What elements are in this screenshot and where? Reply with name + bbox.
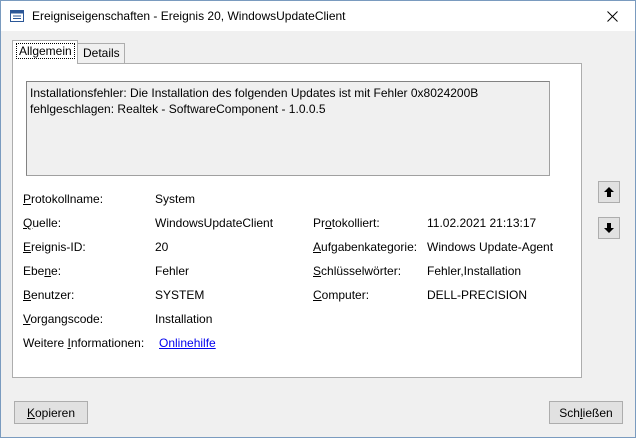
- arrow-up-icon: [604, 187, 614, 197]
- copy-button[interactable]: Kopieren: [14, 401, 88, 424]
- ereignis-id-value: 20: [155, 240, 169, 254]
- computer-value: DELL-PRECISION: [427, 288, 528, 302]
- tab-details-label: Details: [83, 46, 120, 60]
- vorgangscode-label: Vorgangscode:: [23, 312, 104, 326]
- description-line-2: fehlgeschlagen: Realtek - SoftwareCompon…: [30, 102, 326, 116]
- close-button[interactable]: Sch l ießen: [549, 401, 623, 424]
- benutzer-value: SYSTEM: [155, 288, 205, 302]
- event-viewer-icon: [10, 10, 24, 22]
- vorgangscode-value: Installation: [155, 312, 213, 326]
- benutzer-label: Benutzer:: [23, 288, 75, 302]
- computer-label: Computer:: [313, 288, 370, 302]
- onlinehilfe-link[interactable]: Onlinehilfe: [159, 336, 216, 350]
- protokolliert-value: 11.02.2021 21:13:17: [427, 216, 537, 230]
- weitere-informationen-label: Weitere Informationen:: [23, 336, 145, 350]
- general-panel: Installationsfehler: Die Installation de…: [12, 63, 582, 378]
- protokollname-label: Protokollname:: [23, 192, 104, 206]
- event-properties-window: Ereigniseigenschaften - Ereignis 20, Win…: [0, 0, 636, 438]
- tab-allgemein-label: Allgemein: [16, 43, 75, 59]
- schluesselwoerter-value: Fehler,Installation: [427, 264, 522, 278]
- title-bar[interactable]: Ereigniseigenschaften - Ereignis 20, Win…: [1, 1, 635, 31]
- next-event-button[interactable]: [598, 217, 620, 239]
- protokolliert-label: Protokolliert:: [313, 216, 380, 230]
- schluesselwoerter-label: Schlüsselwörter:: [313, 264, 402, 278]
- quelle-label: Quelle:: [23, 216, 62, 230]
- event-description[interactable]: Installationsfehler: Die Installation de…: [26, 81, 550, 176]
- window-title: Ereigniseigenschaften - Ereignis 20, Win…: [32, 9, 346, 23]
- aufgabenkategorie-label: Aufgabenkategorie:: [313, 240, 418, 254]
- ebene-label: Ebene:: [23, 264, 62, 278]
- previous-event-button[interactable]: [598, 181, 620, 203]
- protokollname-value: System: [155, 192, 196, 206]
- tab-details[interactable]: Details: [78, 43, 125, 63]
- tab-allgemein[interactable]: Allgemein: [12, 40, 78, 64]
- ereignis-id-label: Ereignis-ID:: [23, 240, 86, 254]
- aufgabenkategorie-value: Windows Update-Agent: [427, 240, 554, 254]
- close-window-button[interactable]: [589, 1, 635, 31]
- ebene-value: Fehler: [155, 264, 190, 278]
- quelle-value: WindowsUpdateClient: [155, 216, 274, 230]
- close-icon: [606, 10, 618, 22]
- description-line-1: Installationsfehler: Die Installation de…: [30, 86, 479, 100]
- arrow-down-icon: [604, 223, 614, 233]
